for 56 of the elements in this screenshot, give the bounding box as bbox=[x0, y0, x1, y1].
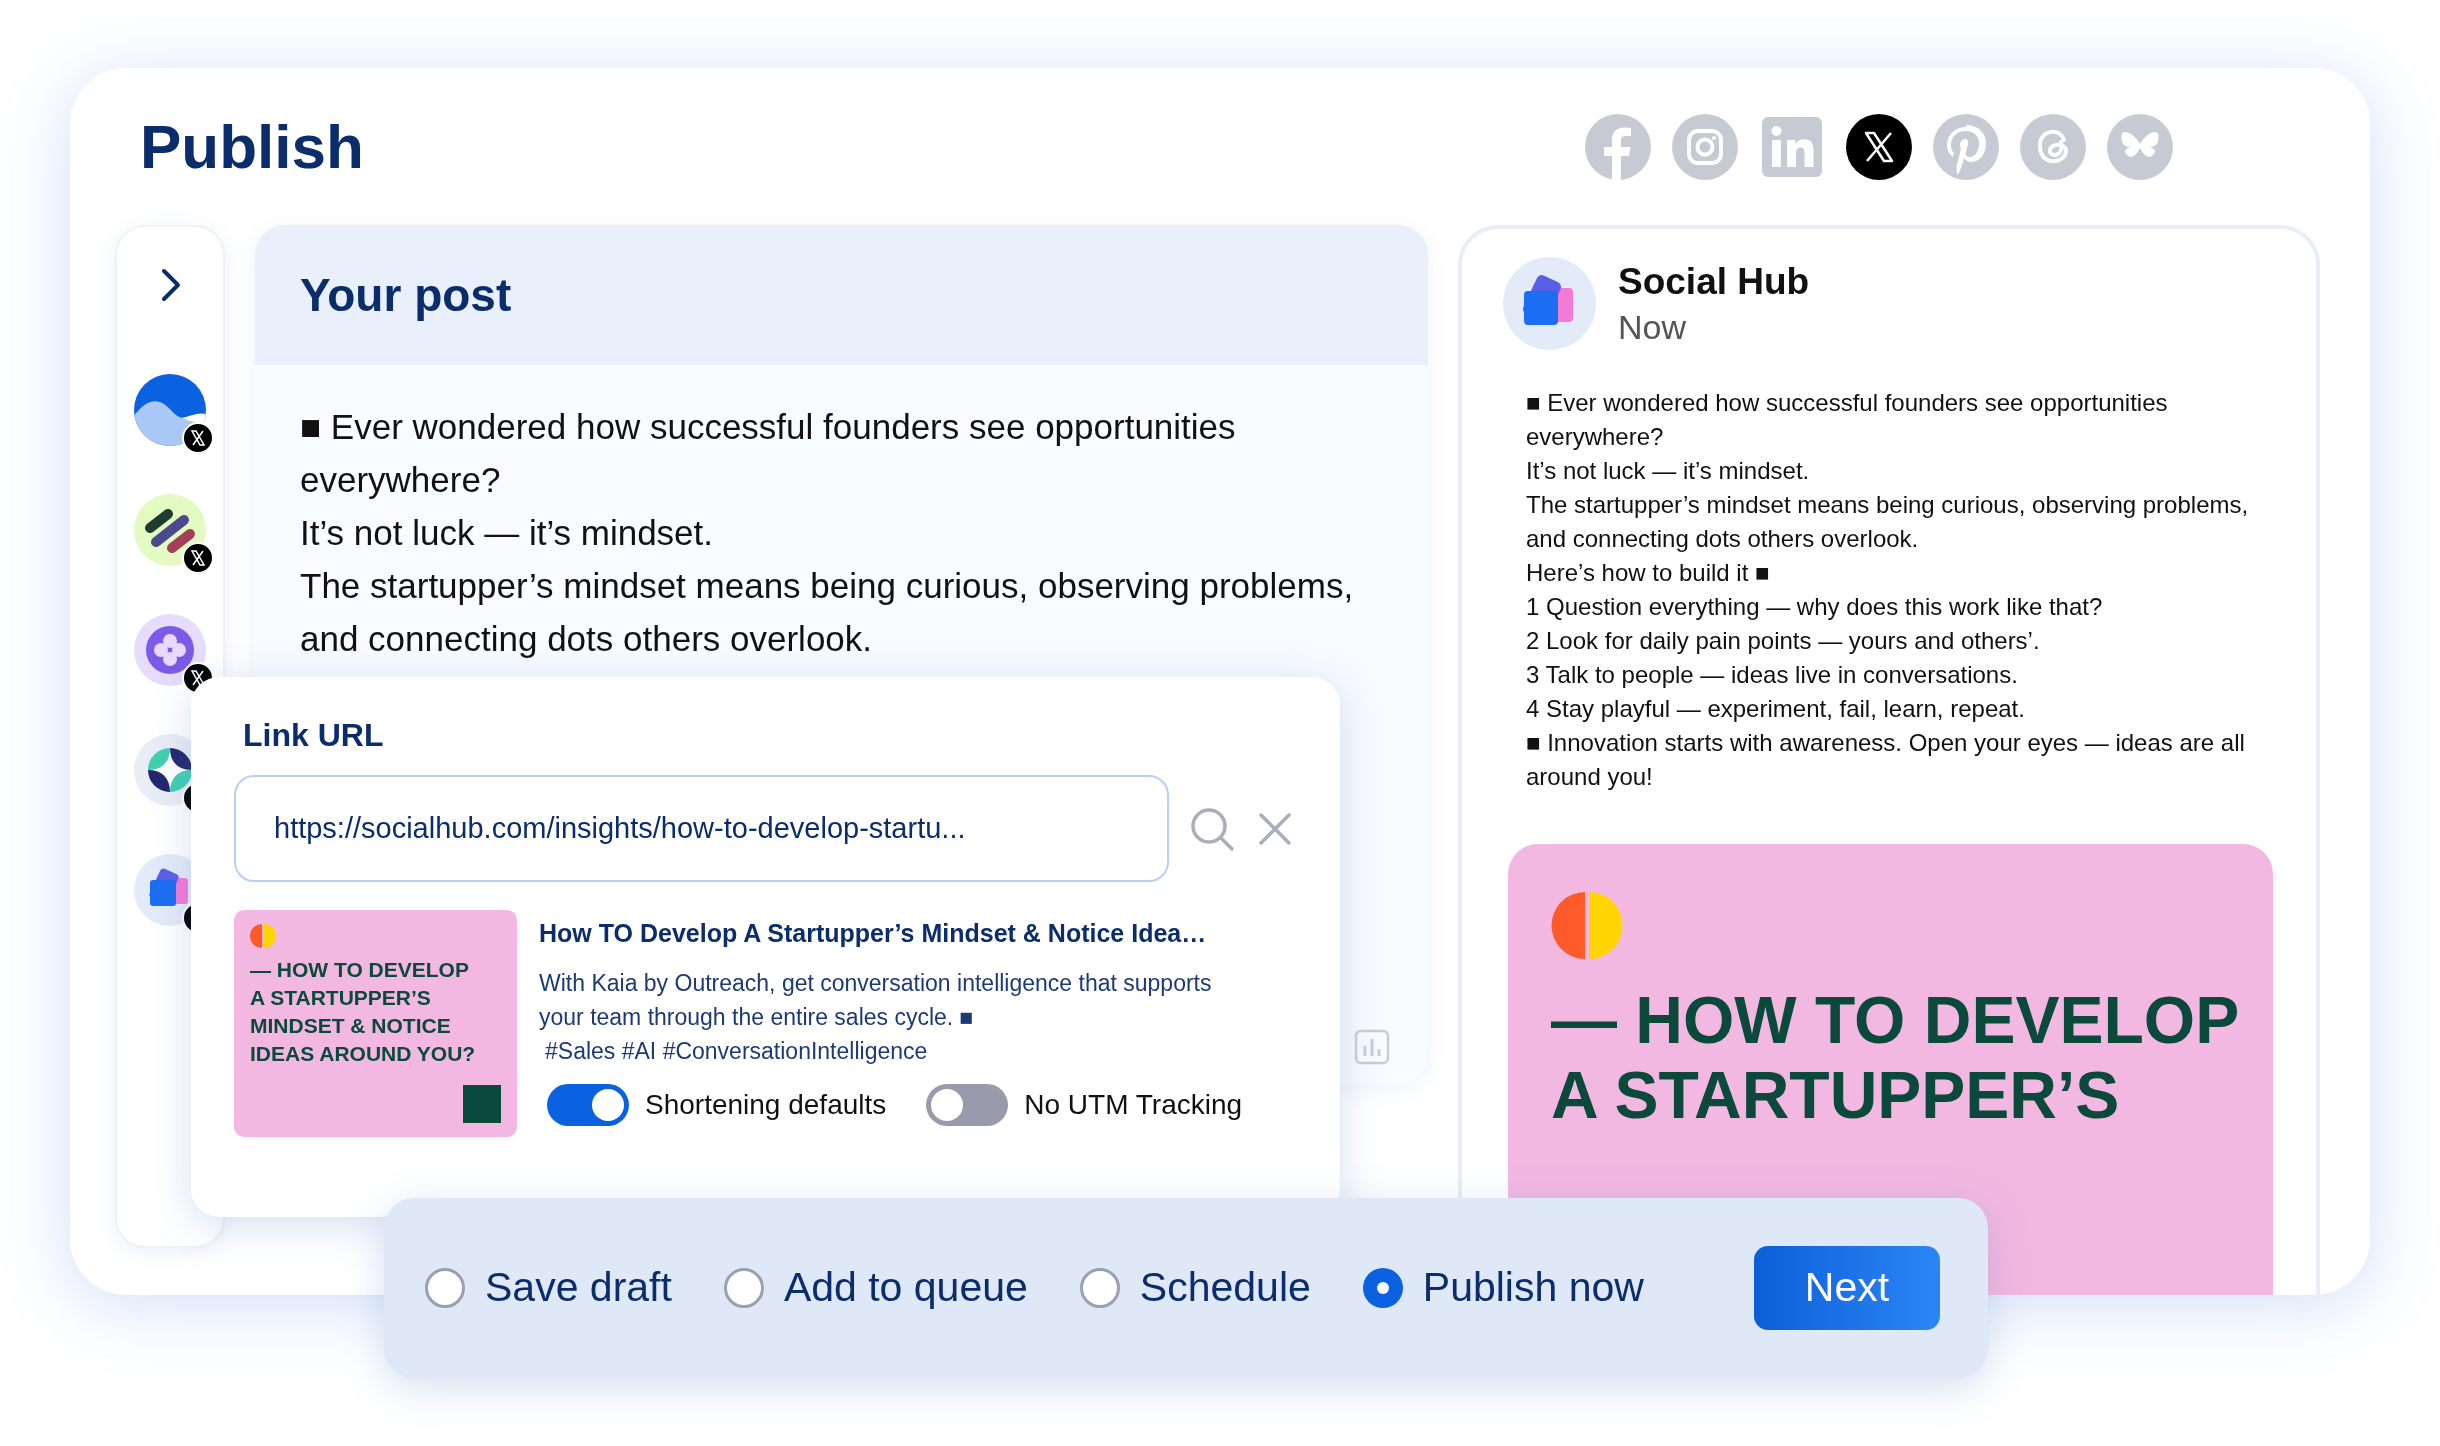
radio-button[interactable] bbox=[723, 1268, 764, 1308]
option-label: Save draft bbox=[485, 1263, 672, 1313]
preview-paragraph: 2 Look for daily pain points — yours and others’. bbox=[1526, 626, 2041, 656]
thumbnail-heading: MINDSET & NOTICE bbox=[250, 1013, 452, 1039]
publish-option[interactable]: Save draft bbox=[425, 1257, 672, 1319]
hashtags: #Sales #AI #ConversationIntelligence bbox=[544, 1037, 929, 1066]
url-field[interactable]: https://socialhub.com/insights/how-to-develop-startu... bbox=[234, 775, 1169, 882]
image-heading: A STARTUPPER’S bbox=[1551, 1058, 2121, 1133]
butterfly-icon[interactable] bbox=[2107, 113, 2173, 180]
toggle-label: No UTM Tracking bbox=[1024, 1088, 1243, 1122]
toggle-switch[interactable] bbox=[547, 1084, 629, 1126]
close-icon[interactable] bbox=[1257, 810, 1293, 847]
logo-mark-icon bbox=[1551, 892, 1623, 959]
panel-title: Your post bbox=[300, 267, 512, 323]
radio-button[interactable] bbox=[1362, 1268, 1403, 1308]
link-description: With Kaia by Outreach, get conversation intelligence that supports your team through the entire sales cycle. ■ bbox=[539, 969, 1213, 1032]
post-paragraph[interactable]: ■ Ever wondered how successful founders see opportunities everywhere? bbox=[300, 400, 1383, 506]
publish-option[interactable]: Publish now bbox=[1362, 1257, 1644, 1319]
radio-button[interactable] bbox=[1079, 1268, 1120, 1308]
instagram-icon[interactable] bbox=[1672, 113, 1738, 180]
page-title: Publish bbox=[140, 115, 364, 178]
thumbnail-heading: A STARTUPPER’S bbox=[250, 985, 432, 1011]
pinterest-icon[interactable] bbox=[1933, 113, 1999, 180]
publish-option[interactable]: Add to queue bbox=[723, 1257, 1028, 1319]
post-time: Now bbox=[1618, 306, 1688, 348]
option-label: Schedule bbox=[1139, 1263, 1311, 1313]
preview-paragraph: 4 Stay playful — experiment, fail, learn, repeat. bbox=[1526, 694, 2026, 724]
preview-paragraph: Here’s how to build it ■ bbox=[1526, 558, 1771, 588]
x-logo-icon[interactable] bbox=[1846, 113, 1912, 180]
toggle-label: Shortening defaults bbox=[645, 1088, 887, 1122]
search-icon[interactable] bbox=[1189, 805, 1235, 852]
option-label: Publish now bbox=[1422, 1263, 1644, 1313]
preview-paragraph: 3 Talk to people — ideas live in conversations. bbox=[1526, 660, 2019, 690]
facebook-icon[interactable] bbox=[1585, 113, 1651, 180]
threads-icon[interactable] bbox=[2020, 113, 2086, 180]
square-icon bbox=[463, 1085, 501, 1123]
logo-mark-icon bbox=[250, 924, 276, 948]
preview-paragraph: ■ Innovation starts with awareness. Open your eyes — ideas are all around you! bbox=[1526, 728, 2246, 792]
next-button[interactable]: Next bbox=[1754, 1246, 1940, 1330]
toggle-switch[interactable] bbox=[926, 1084, 1009, 1126]
account-name: Social Hub bbox=[1618, 259, 1810, 304]
link-title[interactable]: How TO Develop A Startupper’s Mindset & Notice Idea… bbox=[539, 916, 1243, 950]
post-paragraph[interactable]: The startupper’s mindset means being curious, observing problems, and connecting dots others overlook. bbox=[300, 559, 1383, 665]
post-paragraph[interactable]: It’s not luck — it’s mindset. bbox=[300, 506, 1383, 559]
option-label: Add to queue bbox=[783, 1263, 1028, 1313]
thumbnail-heading: — HOW TO DEVELOP bbox=[250, 957, 470, 983]
preview-paragraph: ■ Ever wondered how successful founders see opportunities everywhere? bbox=[1526, 388, 2169, 452]
popup-title: Link URL bbox=[243, 716, 385, 755]
image-heading: — HOW TO DEVELOP bbox=[1551, 983, 2241, 1058]
preview-paragraph: 1 Question everything — why does this work like that? bbox=[1526, 592, 2104, 622]
chart-icon[interactable] bbox=[1354, 1029, 1390, 1065]
radio-button[interactable] bbox=[425, 1268, 465, 1308]
preview-paragraph: It’s not luck — it’s mindset. bbox=[1526, 456, 1811, 486]
preview-paragraph: The startupper’s mindset means being curious, observing problems, and connecting dots others overlook. bbox=[1526, 490, 2250, 554]
publish-option[interactable]: Schedule bbox=[1079, 1257, 1311, 1319]
thumbnail-heading: IDEAS AROUND YOU? bbox=[250, 1041, 477, 1067]
